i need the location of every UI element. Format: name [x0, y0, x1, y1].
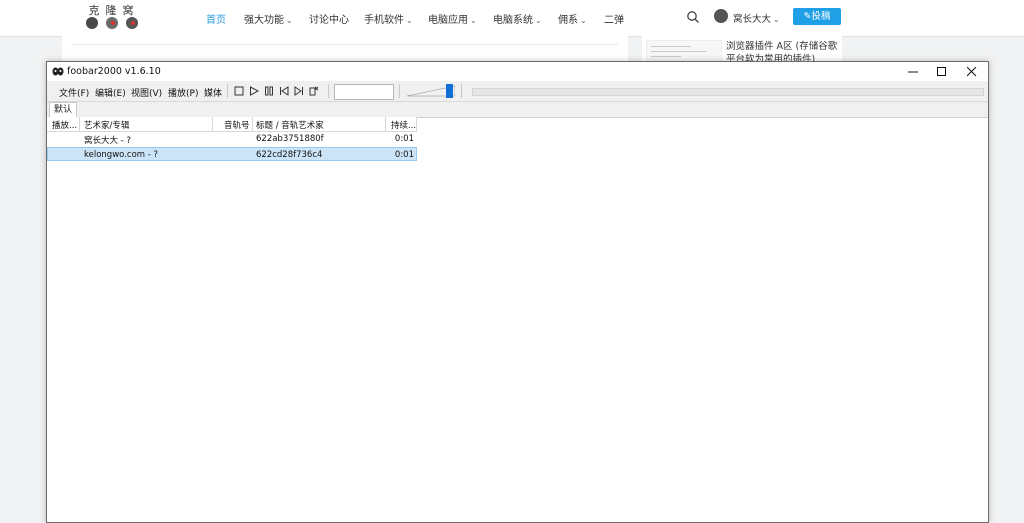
maximize-button[interactable]	[927, 62, 957, 81]
maximize-icon	[937, 67, 946, 76]
site-header: 克隆窝 首页 强大功能 ⌄ 讨论中心 手机软件 ⌄ 电脑应用 ⌄ 电脑系统 ⌄ 佣系 ⌄ …	[0, 0, 1024, 37]
cell-duration: 0:01	[394, 134, 414, 144]
toolbar-separator	[227, 84, 228, 98]
seek-bar[interactable]	[472, 88, 984, 96]
play-icon[interactable]	[249, 86, 259, 96]
stop-icon[interactable]	[234, 86, 244, 96]
cell-artist-album: kelongwo.com - ?	[84, 150, 159, 160]
cell-duration: 0:01	[394, 150, 414, 160]
next-icon[interactable]	[294, 86, 304, 96]
foobar-window: foobar2000 v1.6.10 文件(F) 编辑(E) 视图(V) 播放(…	[46, 61, 989, 523]
nav-item-home[interactable]: 首页	[206, 11, 226, 26]
nav-item-mobile-software[interactable]: 手机软件 ⌄	[364, 11, 413, 26]
tab-default[interactable]: 默认	[49, 102, 78, 117]
chevron-down-icon: ⌄	[406, 16, 413, 25]
foobar-app-icon	[52, 67, 64, 76]
chevron-down-icon: ⌄	[773, 15, 780, 24]
menubar: 文件(F) 编辑(E) 视图(V) 播放(P) 媒体	[47, 81, 988, 102]
column-duration[interactable]: 持续...	[391, 119, 416, 131]
nav-item-pc-systems[interactable]: 电脑系统 ⌄	[493, 11, 542, 26]
menu-file[interactable]: 文件(F)	[59, 86, 89, 99]
site-logo[interactable]: 克隆窝	[84, 2, 144, 34]
column-playing[interactable]: 播放...	[52, 119, 77, 131]
user-name: 窝长大大 ⌄	[733, 14, 780, 25]
cell-title: 622cd28f736c4	[256, 150, 323, 160]
window-title: foobar2000 v1.6.10	[67, 66, 161, 77]
nav-item-misc[interactable]: 佣系 ⌄	[558, 11, 587, 26]
playlist-tabs: 默认	[47, 102, 988, 118]
pause-icon[interactable]	[264, 86, 274, 96]
close-button[interactable]	[957, 62, 987, 81]
chevron-down-icon: ⌄	[535, 16, 542, 25]
volume-thumb[interactable]	[446, 84, 453, 98]
close-icon	[967, 67, 977, 77]
chevron-down-icon: ⌄	[286, 16, 293, 25]
nav-item-features[interactable]: 强大功能 ⌄	[244, 11, 293, 26]
column-artist-album[interactable]: 艺术家/专辑	[84, 119, 129, 131]
toolbar-separator	[461, 84, 462, 98]
playlist-header: 播放... 艺术家/专辑 音轨号 标题 / 音轨艺术家 持续...	[47, 117, 417, 132]
nav-item-discussion[interactable]: 讨论中心	[309, 11, 349, 26]
menu-edit[interactable]: 编辑(E)	[95, 86, 126, 99]
nav-item-second[interactable]: 二弹	[604, 11, 624, 26]
previous-icon[interactable]	[279, 86, 289, 96]
logo-text: 克隆窝	[88, 4, 140, 17]
chevron-down-icon: ⌄	[580, 16, 587, 25]
search-icon[interactable]	[686, 10, 700, 24]
table-row[interactable]: 窝长大大 - ? 622ab3751880f 0:01	[47, 132, 417, 146]
menu-playback[interactable]: 播放(P)	[168, 86, 198, 99]
menu-library[interactable]: 媒体	[204, 86, 222, 99]
minimize-icon	[908, 71, 918, 73]
column-title-artist[interactable]: 标题 / 音轨艺术家	[256, 119, 324, 131]
cell-artist-album: 窝长大大 - ?	[84, 136, 131, 146]
divider	[72, 44, 618, 45]
column-track-number[interactable]: 音轨号	[224, 119, 250, 131]
menu-view[interactable]: 视图(V)	[131, 86, 162, 99]
playback-order-dropdown[interactable]	[334, 84, 394, 100]
toolbar-separator	[399, 84, 400, 98]
minimize-button[interactable]	[898, 62, 928, 81]
nav-item-pc-apps[interactable]: 电脑应用 ⌄	[428, 11, 477, 26]
chevron-down-icon: ⌄	[470, 16, 477, 25]
toolbar-separator	[328, 84, 329, 98]
avatar	[714, 9, 728, 23]
logo-mascots	[86, 17, 142, 31]
table-row-selected[interactable]: kelongwo.com - ? 622cd28f736c4 0:01	[47, 147, 417, 161]
post-button[interactable]: ✎投稿	[793, 8, 841, 25]
random-icon[interactable]	[309, 86, 319, 96]
volume-slider[interactable]	[407, 84, 455, 98]
cell-title: 622ab3751880f	[256, 134, 324, 144]
window-titlebar[interactable]: foobar2000 v1.6.10	[47, 62, 988, 81]
